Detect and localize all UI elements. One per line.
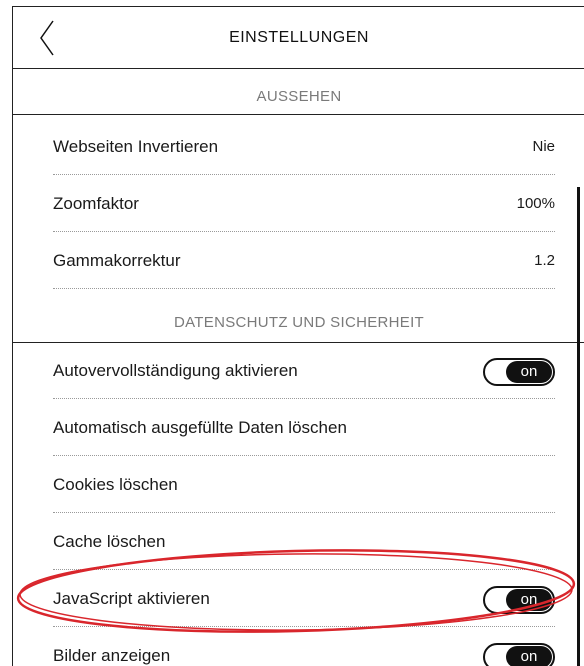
- scrollbar[interactable]: [577, 187, 580, 666]
- setting-label: Cookies löschen: [53, 475, 178, 494]
- setting-javascript[interactable]: JavaScript aktivieren on: [53, 570, 555, 627]
- autocomplete-toggle[interactable]: on: [483, 358, 555, 386]
- setting-value: Nie: [532, 138, 555, 155]
- setting-zoom-factor[interactable]: Zoomfaktor 100%: [53, 175, 555, 232]
- toggle-state: on: [506, 646, 552, 666]
- page-title: EINSTELLUNGEN: [229, 29, 369, 46]
- show-images-toggle[interactable]: on: [483, 643, 555, 666]
- setting-label: Bilder anzeigen: [53, 646, 171, 665]
- divider: [13, 114, 584, 115]
- setting-autocomplete[interactable]: Autovervollständigung aktivieren on: [53, 342, 555, 399]
- setting-clear-cache[interactable]: Cache löschen: [53, 513, 555, 570]
- setting-label: Webseiten Invertieren: [53, 137, 219, 156]
- setting-show-images[interactable]: Bilder anzeigen on: [53, 627, 555, 666]
- setting-invert-pages[interactable]: Webseiten Invertieren Nie: [53, 118, 555, 175]
- setting-label: Zoomfaktor: [53, 194, 139, 213]
- section-header-privacy: DATENSCHUTZ UND SICHERHEIT: [173, 314, 425, 331]
- setting-label: Cache löschen: [53, 532, 166, 551]
- setting-clear-cookies[interactable]: Cookies löschen: [53, 456, 555, 513]
- settings-screen: EINSTELLUNGEN AUSSEHEN Webseiten Inverti…: [12, 6, 584, 666]
- setting-label: Automatisch ausgefüllte Daten löschen: [53, 418, 347, 437]
- setting-label: Autovervollständigung aktivieren: [53, 361, 298, 380]
- setting-label: JavaScript aktivieren: [53, 589, 210, 608]
- javascript-toggle[interactable]: on: [483, 586, 555, 614]
- toggle-state: on: [506, 589, 552, 611]
- setting-label: Gammakorrektur: [53, 251, 181, 270]
- setting-gamma-correction[interactable]: Gammakorrektur 1.2: [53, 232, 555, 289]
- setting-value: 1.2: [534, 252, 555, 269]
- setting-clear-autofill[interactable]: Automatisch ausgefüllte Daten löschen: [53, 399, 555, 456]
- header-bar: EINSTELLUNGEN: [13, 7, 584, 69]
- setting-value: 100%: [516, 195, 555, 212]
- toggle-state: on: [506, 361, 552, 383]
- section-header-appearance: AUSSEHEN: [256, 88, 342, 105]
